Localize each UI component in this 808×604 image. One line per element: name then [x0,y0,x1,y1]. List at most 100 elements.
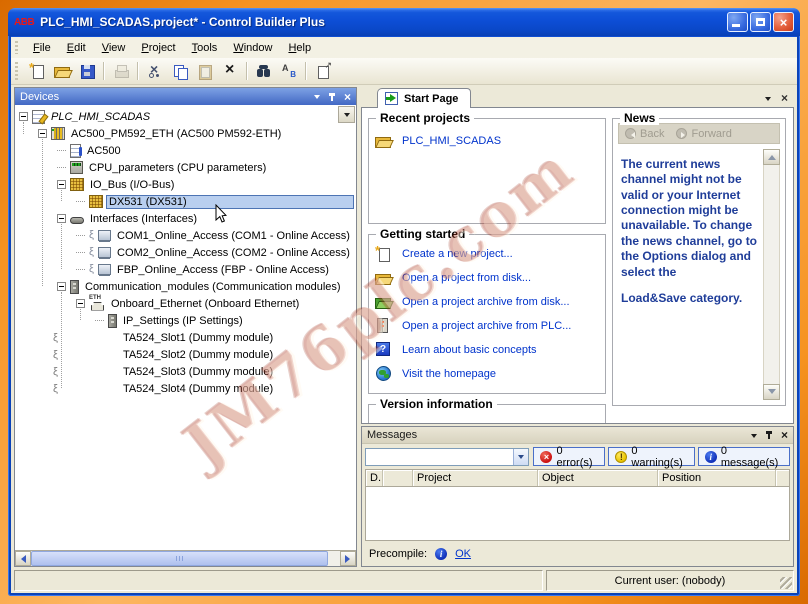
dropdown-button[interactable] [513,449,528,465]
menu-tools[interactable]: Tools [184,39,226,57]
open-project-archive-from-plc-link[interactable]: Open a project archive from PLC... [375,317,605,334]
mouse-cursor [215,204,227,223]
delete-button[interactable] [218,60,242,82]
scrollbar-track[interactable] [328,551,340,566]
group-title: News [620,111,659,125]
message-category-dropdown[interactable] [365,448,529,466]
scroll-right-button[interactable] [340,551,356,566]
tree-item-cpu-parameters[interactable]: CPU_parameters (CPU parameters) [15,159,356,176]
chevron-down-icon[interactable] [751,434,757,441]
tree-item-com2-online-access[interactable]: COM2_Online_Access (COM2 - Online Access… [15,244,356,261]
close-tab-icon[interactable]: × [781,92,788,104]
collapse-icon[interactable] [19,112,28,121]
menu-file[interactable]: File [25,39,59,57]
tree-item-ta524-slot3[interactable]: ξ TA524_Slot3 (Dummy module) [15,363,356,380]
learn-basic-concepts-link[interactable]: ? Learn about basic concepts [375,341,605,358]
tree-line [76,269,85,270]
menu-window[interactable]: Window [225,39,280,57]
collapse-icon[interactable] [57,282,66,291]
errors-filter-button[interactable]: × 0 error(s) [533,447,605,466]
menu-project[interactable]: Project [133,39,183,57]
menu-edit[interactable]: Edit [59,39,94,57]
resize-grip[interactable] [780,577,792,589]
tree-item-fbp-online-access[interactable]: FBP_Online_Access (FBP - Online Access) [15,261,356,278]
tree-guide-line [61,190,62,201]
column-position[interactable]: Position [658,470,776,486]
forward-button[interactable] [676,128,687,139]
column-object[interactable]: Object [538,470,658,486]
tree-item-plc-hmi-scadas[interactable]: PLC_HMI_SCADAS [15,108,356,125]
create-new-project-link[interactable]: Create a new project... [375,245,605,262]
news-text: The current news channel might not be va… [618,149,763,400]
chevron-down-icon[interactable] [314,95,320,102]
comm-module-icon [70,280,79,294]
visit-homepage-link[interactable]: Visit the homepage [375,365,605,382]
horizontal-scrollbar[interactable] [15,550,356,566]
tree-item-com1-online-access[interactable]: COM1_Online_Access (COM1 - Online Access… [15,227,356,244]
tree-item-onboard-ethernet[interactable]: Onboard_Ethernet (Onboard Ethernet) [15,295,356,312]
close-button[interactable]: × [773,12,794,32]
recent-project-item[interactable]: PLC_HMI_SCADAS [375,133,605,149]
open-project-button[interactable] [50,60,74,82]
open-project-archive-from-disk-link[interactable]: Open a project archive from disk... [375,293,605,310]
tree-item-ta524-slot1[interactable]: ξ TA524_Slot1 (Dummy module) [15,329,356,346]
tree-item-interfaces[interactable]: Interfaces (Interfaces) [15,210,356,227]
maximize-button[interactable] [750,12,771,32]
collapse-icon[interactable] [38,129,47,138]
menu-help[interactable]: Help [280,39,319,57]
news-body: The current news channel might not be va… [618,149,780,400]
column-description[interactable]: D.. [366,470,383,486]
close-icon: × [780,16,788,29]
precompile-ok-link[interactable]: OK [455,548,471,560]
tree-item-dx531[interactable]: DX531 (DX531) [15,193,356,210]
export-button[interactable] [311,60,335,82]
close-icon[interactable]: × [344,91,351,103]
column-blank[interactable] [383,470,413,486]
tree-item-ta524-slot2[interactable]: ξ TA524_Slot2 (Dummy module) [15,346,356,363]
warnings-filter-button[interactable]: ! 0 warning(s) [608,447,694,466]
collapse-icon[interactable] [57,214,66,223]
tree-item-ta524-slot4[interactable]: ξ TA524_Slot4 (Dummy module) [15,380,356,397]
back-button[interactable] [625,128,636,139]
scroll-down-button[interactable] [763,384,780,400]
recent-project-link[interactable]: PLC_HMI_SCADAS [402,135,501,147]
scroll-up-button[interactable] [763,149,780,165]
getting-started-group: Getting started Create a new project... … [368,234,606,394]
tree-item-io-bus[interactable]: IO_Bus (I/O-Bus) [15,176,356,193]
save-button[interactable] [75,60,99,82]
tab-list-dropdown-icon[interactable] [765,97,771,104]
collapse-icon[interactable] [57,180,66,189]
tree-item-ac500[interactable]: AC500 [15,142,356,159]
news-nav-bar: Back Forward [618,123,780,144]
scroll-left-button[interactable] [15,551,31,566]
tree-item-ac500-pm592-eth[interactable]: AC500_PM592_ETH (AC500 PM592-ETH) [15,125,356,142]
tab-label: Start Page [404,93,458,105]
new-project-button[interactable] [25,60,49,82]
tree-item-ip-settings[interactable]: IP_Settings (IP Settings) [15,312,356,329]
pin-icon[interactable] [768,431,770,439]
replace-button[interactable] [277,60,301,82]
close-icon[interactable]: × [781,429,788,441]
menu-view[interactable]: View [94,39,134,57]
vertical-scrollbar[interactable] [763,149,780,400]
print-button[interactable] [109,60,133,82]
tree-line [57,167,66,168]
copy-button[interactable] [168,60,192,82]
scrollbar-track[interactable] [763,165,780,384]
minimize-button[interactable] [727,12,748,32]
open-project-from-disk-link[interactable]: Open a project from disk... [375,269,605,286]
group-title: Getting started [376,227,469,241]
tree-item-communication-modules[interactable]: Communication_modules (Communication mod… [15,278,356,295]
cut-button[interactable] [143,60,167,82]
tab-start-page[interactable]: Start Page [377,88,471,108]
pin-icon[interactable] [331,93,333,101]
tree-dropdown-button[interactable] [338,106,355,123]
column-project[interactable]: Project [413,470,538,486]
find-button[interactable] [252,60,276,82]
paste-button[interactable] [193,60,217,82]
messages-filter-button[interactable]: i 0 message(s) [698,447,790,466]
collapse-icon[interactable] [76,299,85,308]
scrollbar-thumb[interactable] [31,551,328,566]
warning-icon: ! [615,451,627,463]
monitor-cable-icon [89,246,111,260]
